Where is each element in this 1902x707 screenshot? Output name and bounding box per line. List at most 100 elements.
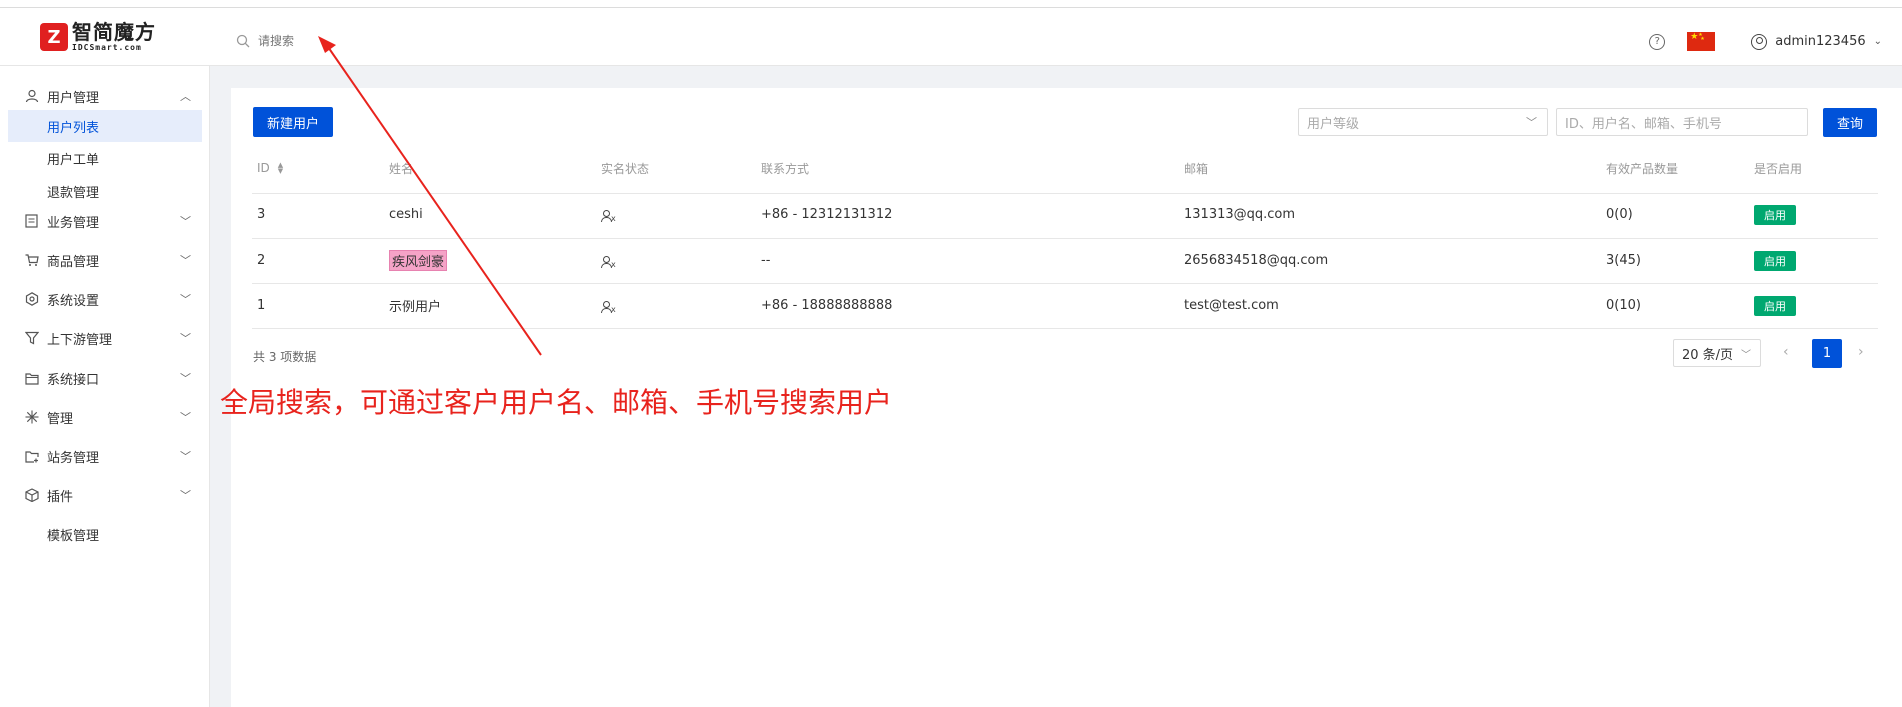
column-header-id[interactable]: ID ▲ ▼ [257, 158, 283, 178]
x-mark: x [611, 305, 616, 314]
row-divider [252, 328, 1878, 329]
page-number-button[interactable]: 1 [1812, 339, 1842, 368]
cell-name[interactable]: ceshi [389, 204, 423, 224]
language-flag-icon[interactable]: ★ ★ ★ [1687, 32, 1716, 51]
help-icon[interactable]: ? [1649, 33, 1666, 50]
cell-id: 2 [257, 252, 266, 268]
chevron-down-icon: ﹀ [180, 293, 191, 306]
column-header-label: ID [257, 161, 270, 175]
realname-status-icon: x [601, 252, 616, 272]
chevron-down-icon: ﹀ [180, 450, 191, 463]
global-search[interactable] [236, 34, 418, 48]
chevron-down-icon: ﹀ [180, 254, 191, 267]
sidebar-item-label: 商品管理 [47, 254, 100, 270]
sidebar-sub-user-list[interactable]: 用户列表 [8, 110, 202, 142]
person-icon: x [601, 256, 616, 269]
person-icon: x [601, 210, 616, 223]
sidebar-item-interfaces[interactable]: 系统接口 ﹀ [0, 362, 210, 394]
logo-mark: Z [40, 23, 68, 51]
sidebar-item-user-management[interactable]: 用户管理 ︿ [0, 80, 210, 112]
x-mark: x [611, 260, 616, 269]
user-name[interactable]: admin123456 [1775, 34, 1865, 49]
flag-star-small: ★ [1700, 36, 1705, 42]
user-icon [24, 89, 39, 104]
sidebar-item-label: 上下游管理 [47, 332, 113, 348]
sidebar-item-manage[interactable]: 管理 ﹀ [0, 401, 210, 433]
chevron-down-icon[interactable]: ⌄ [1874, 36, 1882, 47]
sidebar-item-system-settings[interactable]: 系统设置 ﹀ [0, 283, 210, 315]
sidebar-item-label: 管理 [47, 411, 74, 427]
flag-star: ★ [1690, 32, 1699, 42]
cell-contact: +86 - 18888888888 [761, 297, 893, 313]
name-highlight: 疾风剑豪 [389, 249, 448, 271]
logo[interactable]: Z 智简魔方 IDCSmart.com [40, 22, 156, 52]
sidebar-sub-user-tickets[interactable]: 用户工单 [8, 142, 202, 174]
column-header-email: 邮箱 [1184, 161, 1209, 176]
user-query-input[interactable]: ID、用户名、邮箱、手机号 [1556, 108, 1808, 136]
status-badge: 启用 [1754, 296, 1796, 316]
document-icon [24, 214, 39, 229]
search-icon [236, 34, 250, 48]
column-header-name: 姓名 [389, 161, 414, 176]
sidebar-item-label: 系统设置 [47, 293, 100, 309]
sidebar: 用户管理 ︿ 用户列表 用户工单 退款管理 业务管理 ﹀ 商品管理 ﹀ 系统设置… [0, 66, 210, 707]
chevron-down-icon: ﹀ [180, 372, 191, 385]
sidebar-item-label: 系统接口 [47, 372, 100, 388]
cell-email: test@test.com [1184, 297, 1279, 313]
sidebar-item-plugins[interactable]: 插件 ﹀ [0, 479, 210, 511]
sidebar-sub-refund[interactable]: 退款管理 [8, 175, 202, 207]
settings-icon [24, 292, 39, 307]
cell-email: 2656834518@qq.com [1184, 252, 1329, 268]
sidebar-item-label: 业务管理 [47, 215, 100, 231]
page-size-label: 20 条/页 [1682, 347, 1734, 363]
logo-en: IDCSmart.com [72, 43, 142, 52]
global-search-input[interactable] [258, 34, 418, 48]
chevron-down-icon: ﹀ [180, 332, 191, 345]
page-size-select[interactable]: 20 条/页 ﹀ [1673, 339, 1761, 367]
status-badge: 启用 [1754, 205, 1796, 225]
cell-products: 0(10) [1606, 297, 1641, 313]
chevron-down-icon: ﹀ [180, 411, 191, 424]
chevron-left-icon[interactable]: ‹ [1783, 344, 1789, 360]
chevron-down-icon: ﹀ [180, 215, 191, 228]
chevron-right-icon[interactable]: › [1858, 344, 1864, 360]
column-header-enabled: 是否启用 [1754, 161, 1803, 176]
folder-icon [24, 371, 39, 386]
user-query-placeholder: ID、用户名、邮箱、手机号 [1565, 116, 1722, 132]
chevron-down-icon: ﹀ [1526, 116, 1537, 129]
user-level-select[interactable]: 用户等级 ﹀ [1298, 108, 1548, 136]
account-icon[interactable] [1751, 33, 1768, 50]
cube-icon [24, 488, 39, 503]
row-divider [252, 283, 1878, 284]
logo-text: 智简魔方 IDCSmart.com [72, 22, 156, 52]
cell-id: 3 [257, 206, 266, 222]
realname-status-icon: x [601, 206, 616, 226]
cell-id: 1 [257, 297, 266, 313]
sidebar-item-products[interactable]: 商品管理 ﹀ [0, 244, 210, 276]
sidebar-item-site[interactable]: 站务管理 ﹀ [0, 440, 210, 472]
sort-icon[interactable]: ▲ ▼ [278, 162, 283, 175]
user-level-placeholder: 用户等级 [1307, 116, 1360, 132]
sidebar-item-label: 用户管理 [47, 90, 100, 106]
filter-icon [24, 331, 39, 346]
chevron-down-icon: ﹀ [1741, 349, 1751, 361]
chevron-down-icon: ﹀ [180, 489, 191, 502]
cell-name[interactable]: 疾风剑豪 [389, 249, 448, 271]
realname-status-icon: x [601, 297, 616, 317]
column-header-products: 有效产品数量 [1606, 161, 1679, 176]
cell-contact: +86 - 12312131312 [761, 206, 893, 222]
query-button[interactable]: 查询 [1823, 108, 1877, 137]
new-user-button[interactable]: 新建用户 [253, 107, 333, 137]
sidebar-item-business[interactable]: 业务管理 ﹀ [0, 205, 210, 237]
sidebar-item-templates[interactable]: 模板管理 [8, 518, 202, 550]
chevron-up-icon: ︿ [180, 90, 191, 103]
annotation-text: 全局搜索，可通过客户用户名、邮箱、手机号搜索用户 [220, 386, 893, 419]
cell-name[interactable]: 示例用户 [389, 295, 441, 315]
cart-icon [24, 253, 39, 268]
cell-email: 131313@qq.com [1184, 206, 1296, 222]
total-count: 共 3 项数据 [253, 350, 317, 364]
sidebar-item-upstream[interactable]: 上下游管理 ﹀ [0, 322, 210, 354]
sidebar-item-label: 站务管理 [47, 450, 100, 466]
cell-products: 3(45) [1606, 252, 1641, 268]
row-divider [252, 238, 1878, 239]
